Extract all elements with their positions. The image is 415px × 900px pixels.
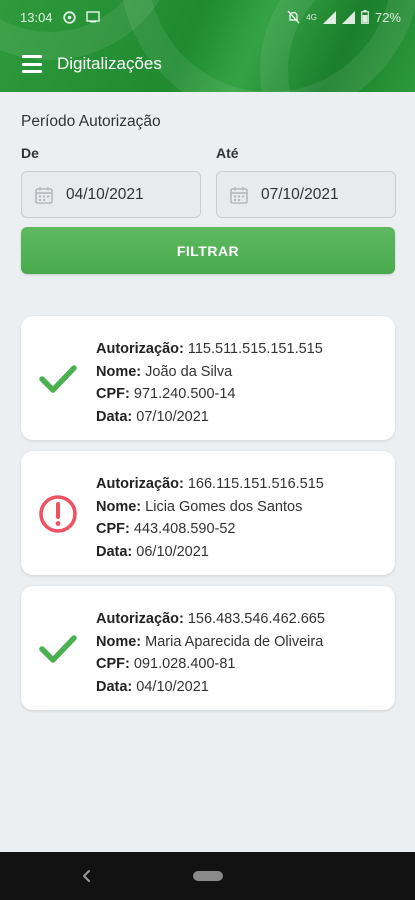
to-date-field[interactable]: 07/10/2021 (216, 171, 396, 218)
filter-button[interactable]: FILTRAR (21, 227, 395, 274)
toolbar: Digitalizações (0, 42, 415, 86)
app-header: 13:04 4G 72% Digitalizações (0, 0, 415, 92)
battery-level: 72% (374, 9, 401, 25)
date-label: Data: (96, 408, 133, 425)
battery-icon (361, 10, 369, 24)
authorization-label: Autorização: (96, 341, 184, 357)
cpf-label: CPF: (96, 386, 130, 402)
authorization-value: 156.483.546.462.665 (187, 611, 325, 627)
date-value: 04/10/2021 (136, 678, 209, 695)
signal-icon (322, 10, 336, 24)
mute-icon (287, 10, 300, 24)
record-card[interactable]: Autorização: 166.115.151.516.515 Nome: L… (21, 451, 395, 575)
check-icon (39, 365, 77, 393)
name-value: João da Silva (145, 363, 233, 380)
from-date-field[interactable]: 04/10/2021 (21, 171, 201, 218)
date-label: Data: (96, 543, 133, 560)
authorization-label: Autorização: (96, 476, 184, 492)
screenshot-icon (85, 11, 100, 23)
date-value: 07/10/2021 (136, 408, 209, 425)
calendar-icon (35, 186, 53, 204)
name-value: Licia Gomes dos Santos (145, 498, 303, 515)
from-label: De (21, 145, 39, 161)
cpf-line: CPF: 091.028.400-81 (96, 653, 325, 676)
hamburger-menu-icon[interactable] (22, 55, 42, 73)
back-icon[interactable] (78, 866, 96, 886)
authorization-value: 115.511.515.151.515 (187, 341, 323, 357)
name-line: Nome: João da Silva (96, 361, 323, 384)
date-value: 06/10/2021 (136, 543, 209, 560)
period-section-title: Período Autorização (21, 113, 161, 130)
status-bar: 13:04 4G 72% (0, 0, 415, 34)
authorization-label: Autorização: (96, 611, 184, 627)
to-label: Até (216, 145, 239, 161)
signal-secondary-icon (341, 10, 355, 24)
authorization-line: Autorização: 156.483.546.462.665 (96, 608, 325, 631)
date-label: Data: (96, 678, 133, 695)
data-saver-icon (62, 10, 76, 24)
alert-icon (39, 495, 77, 533)
cpf-label: CPF: (96, 656, 130, 672)
cpf-value: 091.028.400-81 (133, 656, 236, 672)
check-icon (39, 635, 77, 663)
date-line: Data: 06/10/2021 (96, 541, 324, 564)
cpf-label: CPF: (96, 521, 130, 537)
name-label: Nome: (96, 633, 142, 650)
name-value: Maria Aparecida de Oliveira (145, 633, 324, 650)
cpf-value: 971.240.500-14 (133, 386, 236, 402)
home-pill-button[interactable] (193, 871, 223, 881)
date-line: Data: 07/10/2021 (96, 406, 323, 429)
cpf-line: CPF: 971.240.500-14 (96, 383, 323, 406)
date-line: Data: 04/10/2021 (96, 676, 325, 699)
record-card[interactable]: Autorização: 156.483.546.462.665 Nome: M… (21, 586, 395, 710)
status-time: 13:04 (20, 9, 53, 25)
page-title: Digitalizações (57, 54, 162, 73)
calendar-icon (230, 186, 248, 204)
name-line: Nome: Maria Aparecida de Oliveira (96, 631, 325, 654)
cpf-line: CPF: 443.408.590-52 (96, 518, 324, 541)
name-line: Nome: Licia Gomes dos Santos (96, 496, 324, 519)
from-date-value: 04/10/2021 (66, 185, 144, 203)
cpf-value: 443.408.590-52 (133, 521, 236, 537)
name-label: Nome: (96, 363, 142, 380)
system-nav-bar (0, 852, 415, 900)
authorization-line: Autorização: 166.115.151.516.515 (96, 473, 324, 496)
network-type: 4G (306, 12, 317, 22)
name-label: Nome: (96, 498, 142, 515)
to-date-value: 07/10/2021 (261, 185, 339, 203)
authorization-line: Autorização: 115.511.515.151.515 (96, 338, 323, 361)
record-card[interactable]: Autorização: 115.511.515.151.515 Nome: J… (21, 316, 395, 440)
authorization-value: 166.115.151.516.515 (187, 476, 324, 492)
